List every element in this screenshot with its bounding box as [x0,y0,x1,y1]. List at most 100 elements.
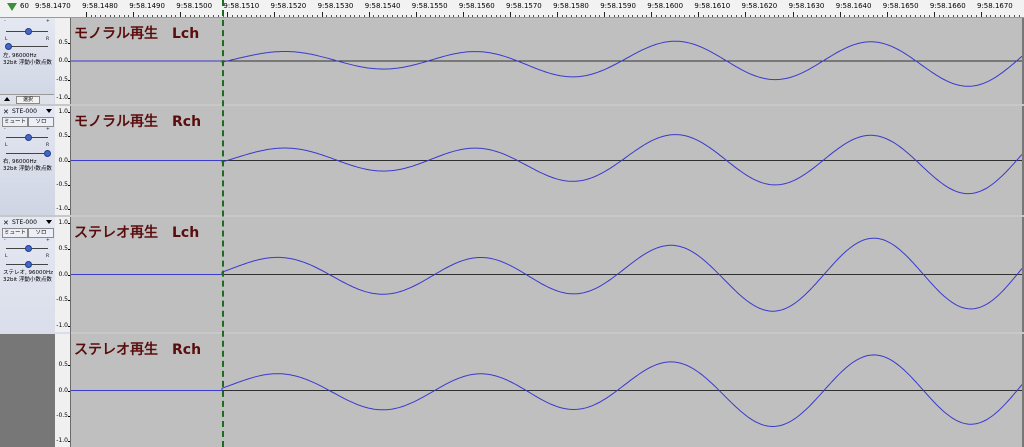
ruler-minor-tick [184,15,186,17]
ruler-minor-tick [114,15,116,17]
ruler-minor-tick [246,15,248,17]
ruler-tick-label: 9:58.1660 [929,2,966,10]
ruler-minor-tick [109,15,111,17]
audio-track-mono-rch[interactable]: ✕ STE-000 ミュート ソロ - + L R 右, 96000Hz 32b… [0,106,1024,215]
ruler-minor-tick [966,15,968,17]
scale-label: -0.5 [56,180,68,188]
audio-track-stereo-rch[interactable]: 0.5 0.0 -0.5 -1.0 ステレオ再生 Rch [0,334,1024,447]
ruler-minor-tick [670,15,672,17]
solo-button[interactable]: ソロ [28,228,54,238]
ruler-minor-tick [641,15,643,17]
ruler-minor-tick [538,15,540,17]
edit-cursor-line [222,0,224,447]
waveform-line [71,40,1022,87]
ruler-minor-tick [425,15,427,17]
track-menu-icon[interactable] [46,109,52,113]
collapse-icon[interactable] [4,97,10,101]
ruler-minor-tick [453,15,455,17]
ruler-minor-tick [1004,15,1006,17]
pan-slider[interactable] [6,46,48,47]
ruler-minor-tick [363,15,365,17]
gain-plus-label: + [46,19,50,24]
ruler-minor-tick [264,15,266,17]
ruler-minor-tick [688,15,690,17]
ruler-minor-tick [566,15,568,17]
close-track-icon[interactable]: ✕ [3,219,9,227]
ruler-minor-tick [637,15,639,17]
ruler-minor-tick [655,15,657,17]
solo-button[interactable]: ソロ [28,117,54,127]
ruler-minor-tick [881,15,883,17]
ruler-tick-label: 9:58.1590 [600,2,636,10]
timeline-ruler[interactable]: 60 9:58.1470 9:58.1480 9:58.1490 9:58.1500 9… [0,0,1024,18]
gain-slider-knob[interactable] [25,245,32,252]
ruler-minor-tick [283,15,285,17]
mute-button[interactable]: ミュート [2,117,28,127]
ruler-minor-tick [495,15,497,17]
ruler-minor-tick [622,15,624,17]
gain-plus-label: + [46,238,50,243]
scale-tick [68,61,70,62]
waveform-area[interactable]: モノラル再生 Lch [71,18,1022,104]
track-menu-icon[interactable] [46,220,52,224]
ruler-minor-tick [976,15,978,17]
pan-slider-knob[interactable] [5,43,12,50]
ruler-minor-tick [199,15,201,17]
scale-label: -0.5 [56,296,68,304]
ruler-minor-tick [731,15,733,17]
track-format-info: 左, 96000Hz 32bit 浮動小数点数 [3,53,52,67]
ruler-minor-tick [830,15,832,17]
ruler-minor-tick [250,15,252,17]
ruler-minor-tick [712,15,714,17]
pan-slider[interactable] [6,153,48,154]
ruler-minor-tick [740,15,742,17]
waveform-area[interactable]: ステレオ再生 Rch [71,334,1022,447]
ruler-minor-tick [1009,15,1011,17]
ruler-minor-tick [938,15,940,17]
pan-slider-knob[interactable] [25,261,32,268]
track-rate-text: 左, 96000Hz [3,53,37,59]
scale-label: 1.0 [58,108,68,115]
ruler-minor-tick [519,15,521,17]
scale-tick [68,274,70,276]
ruler-tick-mark [698,12,700,17]
track-name[interactable]: STE-000 [12,219,37,226]
waveform-graphic [71,40,1022,87]
ruler-minor-tick [962,15,964,17]
scale-tick [68,365,70,367]
ruler-minor-tick [853,15,855,17]
ruler-minor-tick [759,15,761,17]
ruler-minor-tick [919,15,921,17]
ruler-minor-tick [302,15,304,17]
gain-minus-label: - [4,238,6,243]
ruler-minor-tick [943,15,945,17]
ruler-tick-label: 9:58.1490 [129,2,165,10]
ruler-minor-tick [467,15,469,17]
scale-tick [68,184,70,186]
gain-slider-knob[interactable] [25,134,32,141]
ruler-tick-label: 9:58.1650 [882,2,919,10]
ruler-minor-tick [580,15,582,17]
ruler-minor-tick [858,15,860,17]
ruler-minor-tick [472,15,474,17]
audio-track-stereo-lch[interactable]: ✕ STE-000 ミュート ソロ - + L R ステレオ, 96000Hz … [0,217,1024,447]
ruler-minor-tick [514,15,516,17]
ruler-minor-tick [797,15,799,17]
ruler-minor-tick [505,15,507,17]
gain-slider-knob[interactable] [25,28,32,35]
vertical-scale: 1.0 0.5 0.0 -0.5 -1.0 [55,217,71,332]
play-head-icon[interactable] [7,3,17,11]
pan-right-label: R [46,254,50,259]
waveform-area[interactable]: ステレオ再生 Lch [71,217,1022,332]
select-button[interactable]: 選択 [16,96,40,104]
close-track-icon[interactable]: ✕ [3,108,9,116]
waveform-area[interactable]: モノラル再生 Rch [71,106,1022,215]
mute-button[interactable]: ミュート [2,228,28,238]
ruler-minor-tick [420,15,422,17]
ruler-tick-mark [509,12,511,17]
ruler-minor-tick [387,15,389,17]
audio-track-mono-lch[interactable]: - + L R 左, 96000Hz 32bit 浮動小数点数 選択 0.5 0.… [0,18,1024,104]
track-name[interactable]: STE-000 [12,108,37,115]
pan-slider-knob[interactable] [44,150,51,157]
ruler-tick-mark [368,12,370,17]
